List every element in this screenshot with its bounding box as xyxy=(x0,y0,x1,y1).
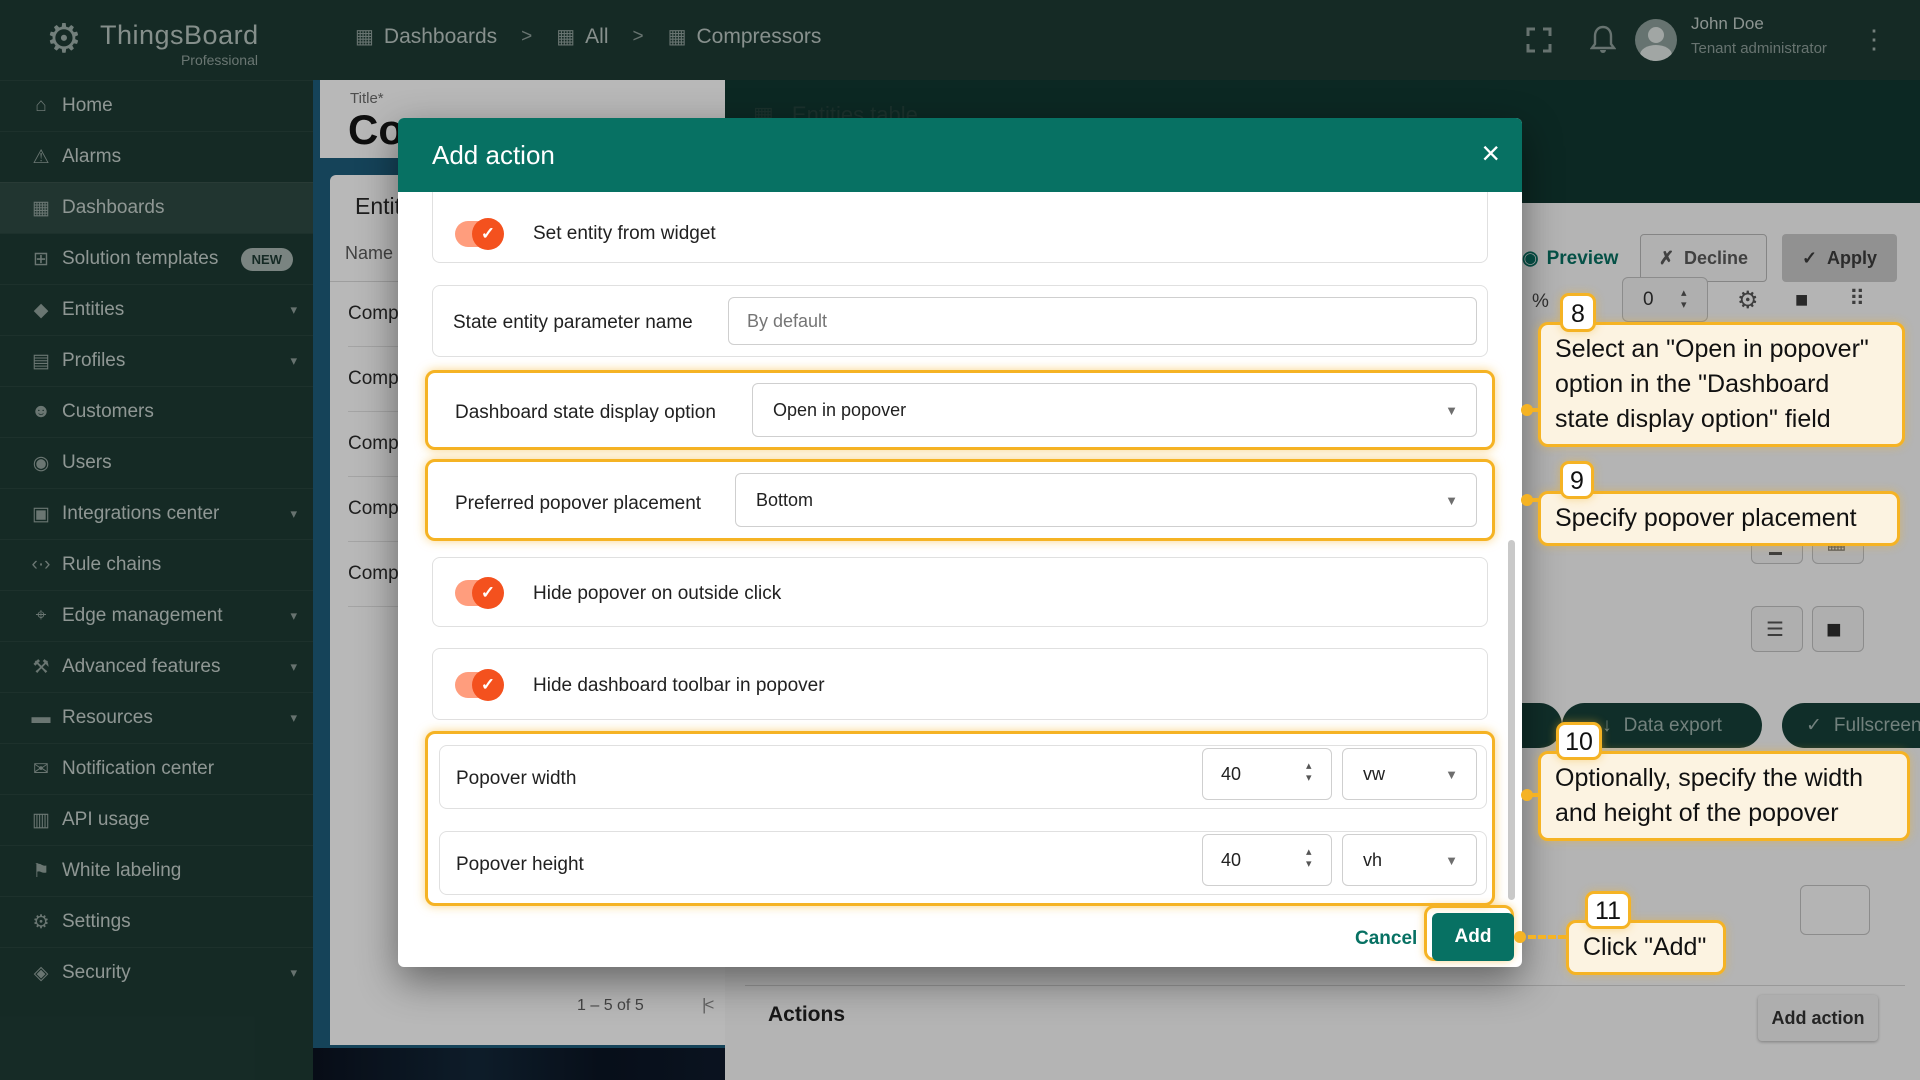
display-option-label: Dashboard state display option xyxy=(455,402,716,424)
hide-outside-toggle[interactable] xyxy=(455,580,501,606)
popover-placement-label: Preferred popover placement xyxy=(455,493,701,515)
popover-width-input[interactable] xyxy=(1202,748,1332,800)
chevron-down-icon: ▼ xyxy=(1445,853,1458,868)
popover-placement-select[interactable]: Bottom ▼ xyxy=(735,473,1477,527)
close-icon[interactable]: × xyxy=(1481,118,1500,192)
popover-height-unit-select[interactable]: vh ▼ xyxy=(1342,834,1477,886)
annotation-badge-8: 8 xyxy=(1560,293,1596,332)
set-entity-label: Set entity from widget xyxy=(533,223,716,245)
annotation-badge-11: 11 xyxy=(1585,891,1631,929)
set-entity-toggle[interactable] xyxy=(455,221,501,247)
chevron-down-icon: ▼ xyxy=(1445,493,1458,508)
hide-outside-label: Hide popover on outside click xyxy=(533,583,781,605)
chevron-down-icon: ▼ xyxy=(1445,767,1458,782)
add-action-dialog: Set entity from widget State entity para… xyxy=(398,118,1522,967)
width-stepper[interactable]: ▴▾ xyxy=(1306,761,1312,784)
dialog-title: Add action xyxy=(432,118,555,192)
cancel-button[interactable]: Cancel xyxy=(1355,928,1417,950)
state-entity-param-input[interactable] xyxy=(728,297,1477,345)
connector-dash-11 xyxy=(1528,935,1566,939)
height-stepper[interactable]: ▴▾ xyxy=(1306,847,1312,870)
add-button[interactable]: Add xyxy=(1432,913,1514,961)
annotation-badge-10: 10 xyxy=(1556,722,1602,760)
annotation-badge-9: 9 xyxy=(1560,461,1594,499)
popover-height-input[interactable] xyxy=(1202,834,1332,886)
annotation-text-10: Optionally, specify the width and height… xyxy=(1538,751,1910,841)
annotation-text-9: Specify popover placement xyxy=(1538,491,1900,546)
popover-width-label: Popover width xyxy=(456,768,576,790)
hide-toolbar-card: Hide dashboard toolbar in popover xyxy=(432,648,1488,720)
dialog-header: Add action × xyxy=(398,118,1522,192)
popover-height-label: Popover height xyxy=(456,854,584,876)
connector-dot-11 xyxy=(1514,931,1526,943)
display-option-select[interactable]: Open in popover ▼ xyxy=(752,383,1477,437)
hide-toolbar-label: Hide dashboard toolbar in popover xyxy=(533,675,825,697)
hide-toolbar-toggle[interactable] xyxy=(455,672,501,698)
popover-width-unit-select[interactable]: vw ▼ xyxy=(1342,748,1477,800)
popover-size-highlight: Popover width Popover height xyxy=(425,731,1495,906)
hide-outside-card: Hide popover on outside click xyxy=(432,557,1488,627)
screen: ⚙ ThingsBoard Professional ⌂Home⚠Alarms▦… xyxy=(0,0,1920,1080)
state-entity-param-label: State entity parameter name xyxy=(453,312,693,334)
chevron-down-icon: ▼ xyxy=(1445,403,1458,418)
modal-scrollbar-thumb[interactable] xyxy=(1508,540,1515,900)
annotation-text-8: Select an "Open in popover" option in th… xyxy=(1538,322,1905,447)
